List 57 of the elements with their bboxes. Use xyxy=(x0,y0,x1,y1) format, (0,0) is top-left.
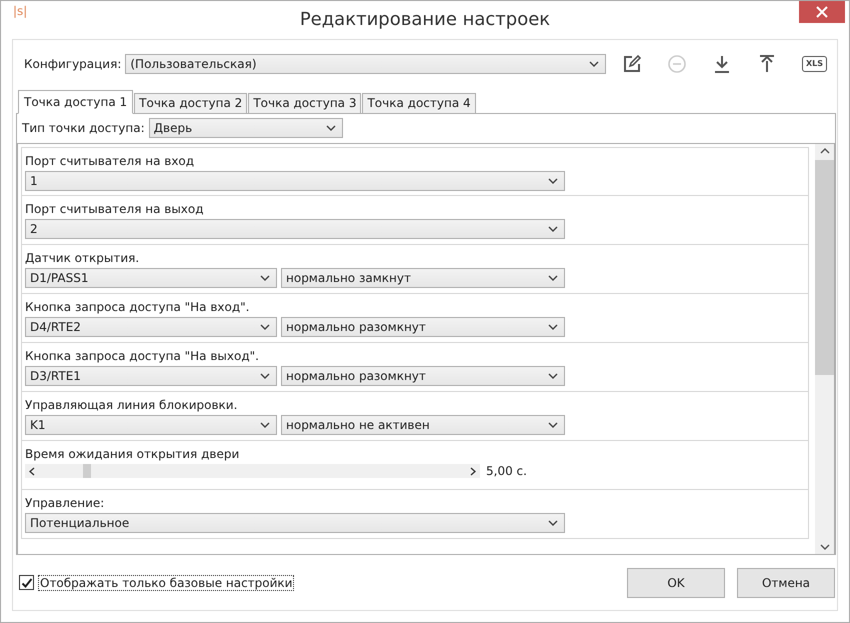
setting-dropdown[interactable]: D4/RTE2 xyxy=(25,317,277,337)
config-dropdown[interactable]: (Пользовательская) xyxy=(125,54,606,74)
setting-dropdown[interactable]: нормально разомкнут xyxy=(281,317,565,337)
chevron-down-icon xyxy=(326,125,336,131)
checkbox[interactable] xyxy=(19,575,34,590)
scrollbar-thumb[interactable] xyxy=(815,160,834,375)
slider-track[interactable] xyxy=(25,464,480,478)
setting-label: Порт считывателя на вход xyxy=(25,154,196,168)
close-icon xyxy=(816,6,828,18)
chevron-down-icon xyxy=(548,373,558,379)
setting-label: Датчик открытия. xyxy=(25,251,140,265)
close-button[interactable] xyxy=(799,1,845,23)
dialog-button[interactable]: Отмена xyxy=(737,568,835,598)
tab[interactable]: Точка доступа 1 xyxy=(18,90,134,114)
setting-label: Управляющая линия блокировки. xyxy=(25,398,238,412)
setting-label: Время ожидания открытия двери xyxy=(25,447,240,461)
config-label: Конфигурация: xyxy=(24,57,122,71)
checkbox-label: Отображать только базовые настройки xyxy=(38,574,294,590)
access-point-type-label: Тип точки доступа: xyxy=(22,121,145,135)
chevron-down-icon xyxy=(548,324,558,330)
chevron-down-icon xyxy=(548,178,558,184)
setting-dropdown[interactable]: D3/RTE1 xyxy=(25,366,277,386)
setting-dropdown[interactable]: K1 xyxy=(25,415,277,435)
setting-dropdown[interactable]: 1 xyxy=(25,171,565,191)
export-xls-button[interactable]: XLS xyxy=(802,56,827,72)
slider-value: 5,00 с. xyxy=(486,464,527,478)
setting-label: Кнопка запроса доступа "На выход". xyxy=(25,349,260,363)
tab[interactable]: Точка доступа 4 xyxy=(362,93,476,114)
chevron-down-icon xyxy=(548,422,558,428)
edit-icon[interactable] xyxy=(622,54,642,74)
access-point-type-dropdown[interactable]: Дверь xyxy=(148,118,343,138)
scrollbar[interactable] xyxy=(815,144,834,554)
scroll-down-icon[interactable] xyxy=(820,544,830,550)
setting-dropdown[interactable]: нормально разомкнут xyxy=(281,366,565,386)
setting-dropdown[interactable]: 2 xyxy=(25,219,565,239)
setting-dropdown[interactable]: нормально не активен xyxy=(281,415,565,435)
setting-dropdown[interactable]: нормально замкнут xyxy=(281,268,565,288)
setting-label: Кнопка запроса доступа "На вход". xyxy=(25,300,250,314)
tab[interactable]: Точка доступа 2 xyxy=(134,93,248,114)
setting-label: Порт считывателя на выход xyxy=(25,202,205,216)
chevron-down-icon xyxy=(588,61,599,67)
chevron-down-icon xyxy=(260,422,270,428)
setting-label: Управление: xyxy=(25,496,106,510)
slider-thumb[interactable] xyxy=(83,464,92,478)
tab[interactable]: Точка доступа 3 xyxy=(248,93,362,114)
chevron-down-icon xyxy=(548,520,558,526)
dialog-button[interactable]: OK xyxy=(627,568,725,598)
chevron-down-icon xyxy=(260,324,270,330)
app-logo: |s| xyxy=(13,4,28,18)
scroll-up-icon[interactable] xyxy=(820,148,830,154)
window-title: Редактирование настроек xyxy=(300,9,550,30)
setting-dropdown[interactable]: Потенциальное xyxy=(25,513,565,533)
chevron-down-icon xyxy=(260,275,270,281)
chevron-down-icon xyxy=(260,373,270,379)
setting-dropdown[interactable]: D1/PASS1 xyxy=(25,268,277,288)
chevron-down-icon xyxy=(548,226,558,232)
chevron-down-icon xyxy=(548,275,558,281)
